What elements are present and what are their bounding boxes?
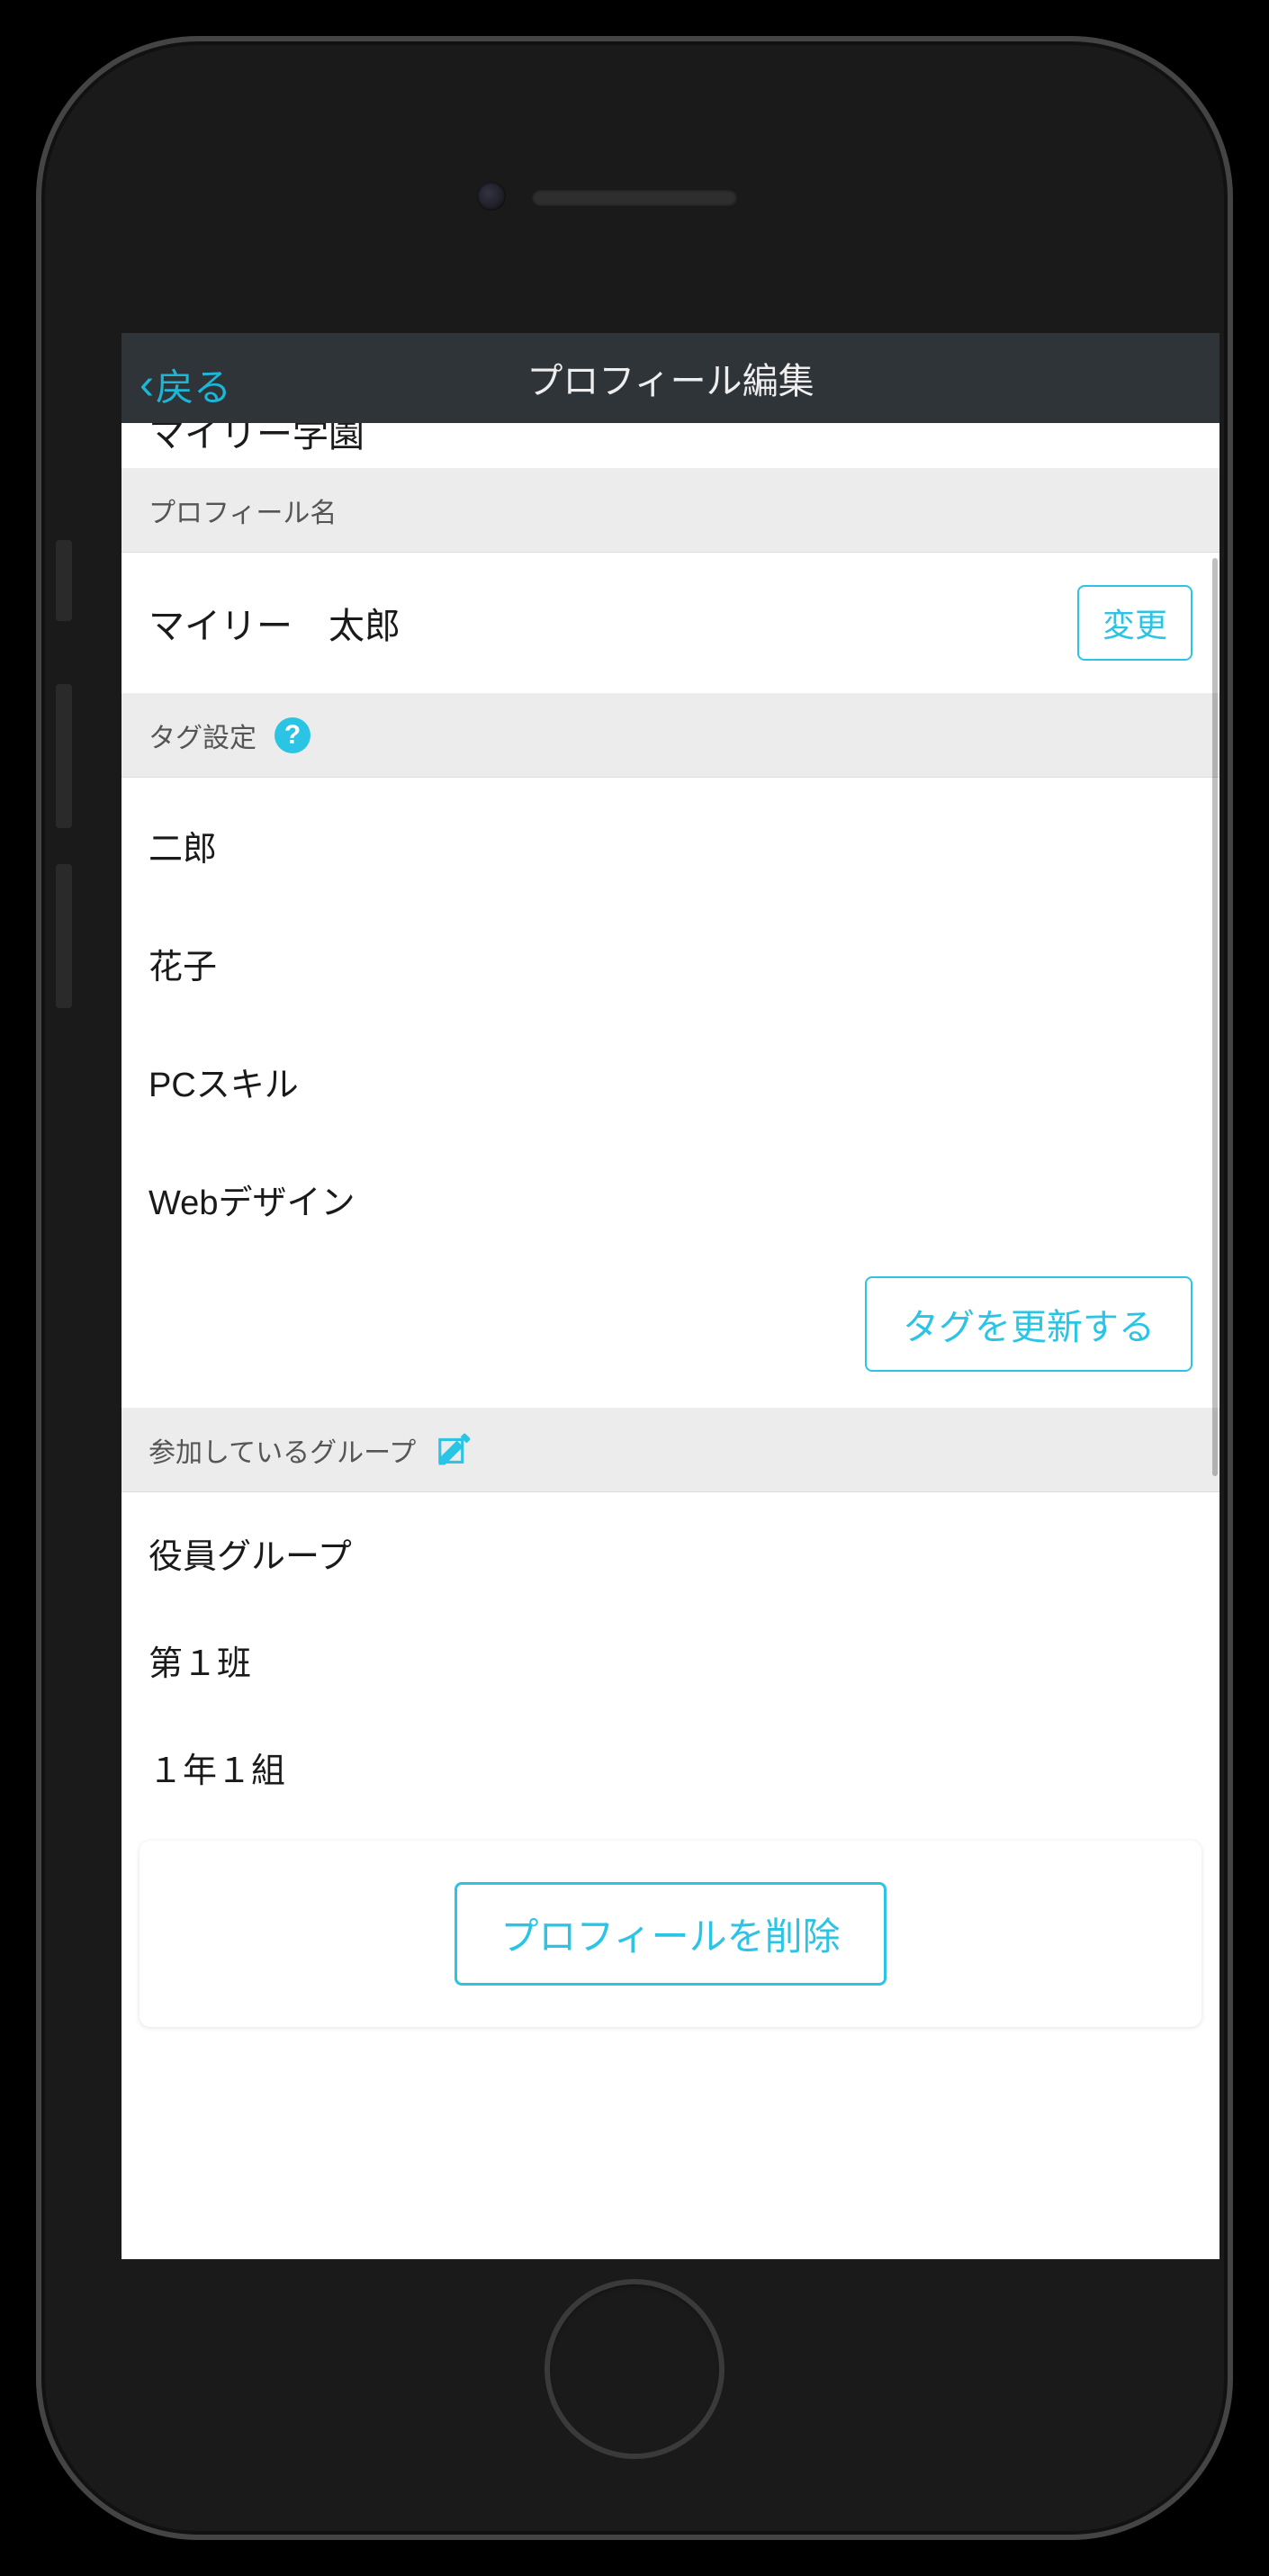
section-profile-name: プロフィール名 — [122, 469, 1220, 553]
section-tag-settings: タグ設定 ? — [122, 694, 1220, 778]
profile-name-row: マイリー 太郎 変更 — [122, 553, 1220, 694]
chevron-left-icon: ‹ — [140, 360, 154, 410]
school-name-row: マイリー学園 — [122, 423, 1220, 469]
side-switch — [56, 540, 72, 621]
front-camera — [477, 182, 506, 211]
navbar: ‹ 戻る プロフィール編集 — [122, 333, 1220, 423]
tag-item[interactable]: Webデザイン — [148, 1140, 1192, 1258]
speaker-grille — [531, 189, 738, 207]
back-label: 戻る — [156, 357, 231, 412]
section-groups: 参加しているグループ — [122, 1409, 1220, 1492]
screen: ‹ 戻る プロフィール編集 マイリー学園 プロフィール名 マイリー 太郎 変更 … — [122, 333, 1220, 2259]
content: マイリー学園 プロフィール名 マイリー 太郎 変更 タグ設定 ? 二郎 花子 P… — [122, 423, 1220, 2259]
tag-item[interactable]: PCスキル — [148, 1022, 1192, 1140]
page-title: プロフィール編集 — [526, 352, 814, 404]
group-item[interactable]: 役員グループ — [148, 1500, 1192, 1607]
delete-profile-button[interactable]: プロフィールを削除 — [454, 1882, 886, 1986]
section-groups-label: 参加しているグループ — [148, 1430, 416, 1470]
phone-frame: ‹ 戻る プロフィール編集 マイリー学園 プロフィール名 マイリー 太郎 変更 … — [36, 36, 1233, 2540]
group-list: 役員グループ 第１班 １年１組 — [122, 1492, 1220, 1821]
section-tag-settings-label: タグ設定 — [148, 716, 256, 755]
help-icon[interactable]: ? — [274, 717, 310, 753]
tag-list: 二郎 花子 PCスキル Webデザイン — [122, 778, 1220, 1258]
tag-item[interactable]: 二郎 — [148, 787, 1192, 905]
tag-item[interactable]: 花子 — [148, 905, 1192, 1022]
volume-down — [56, 864, 72, 1008]
home-button[interactable] — [544, 2279, 724, 2459]
group-item[interactable]: 第１班 — [148, 1607, 1192, 1714]
scroll-indicator[interactable] — [1212, 558, 1218, 1476]
back-button[interactable]: ‹ 戻る — [140, 357, 231, 412]
update-tags-button[interactable]: タグを更新する — [865, 1276, 1192, 1372]
delete-profile-card: プロフィールを削除 — [140, 1841, 1202, 2027]
edit-groups-icon[interactable] — [434, 1430, 473, 1470]
section-profile-name-label: プロフィール名 — [148, 491, 337, 530]
tag-update-row: タグを更新する — [122, 1258, 1220, 1409]
change-name-button[interactable]: 変更 — [1077, 585, 1192, 661]
group-item[interactable]: １年１組 — [148, 1714, 1192, 1821]
volume-up — [56, 684, 72, 828]
profile-name-value: マイリー 太郎 — [148, 597, 400, 649]
